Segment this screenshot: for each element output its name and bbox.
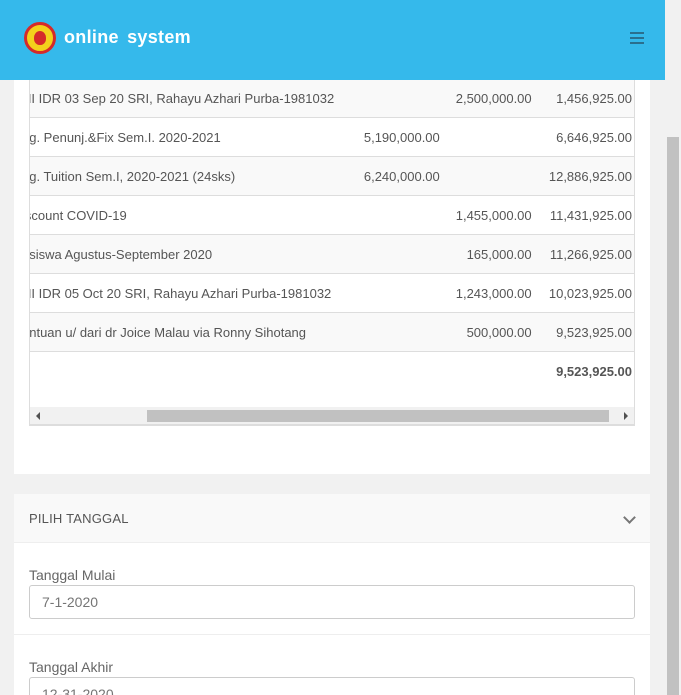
cell-debit bbox=[355, 234, 440, 274]
cell-saldo: 10,023,925.00 bbox=[531, 273, 634, 313]
scroll-left-arrow[interactable] bbox=[36, 412, 40, 420]
cell-saldo: 1,456,925.00 bbox=[531, 78, 634, 118]
start-date-input[interactable] bbox=[29, 585, 635, 619]
table-row: asiswa Agustus-September 2020 165,000.00 1… bbox=[30, 234, 634, 274]
start-date-label: Tanggal Mulai bbox=[29, 567, 116, 583]
cell-debit: 6,240,000.00 bbox=[355, 156, 440, 196]
end-date-input[interactable] bbox=[29, 677, 635, 695]
end-date-label: Tanggal Akhir bbox=[29, 659, 114, 675]
cell-desc: ag. Penunj.&Fix Sem.I. 2020-2021 bbox=[30, 117, 356, 157]
cell-saldo: 11,431,925.00 bbox=[531, 195, 634, 235]
cell-desc: NI IDR 03 Sep 20 SRI, Rahayu Azhari Purb… bbox=[30, 78, 356, 118]
ledger-table: NI IDR 21 Aug 20 SRI, Rahayu Azhari Purb… bbox=[29, 58, 635, 426]
date-filter-header[interactable]: PILIH TANGGAL bbox=[14, 494, 650, 543]
scrollbar-thumb[interactable] bbox=[147, 410, 609, 422]
cell-credit bbox=[439, 156, 532, 196]
date-filter-title: PILIH TANGGAL bbox=[29, 511, 129, 526]
cell-saldo: 9,523,925.00 bbox=[531, 312, 634, 352]
cell-saldo: 12,886,925.00 bbox=[531, 156, 634, 196]
table-row: ag. Tuition Sem.I, 2020-2021 (24sks) 6,24… bbox=[30, 156, 634, 196]
cell-debit bbox=[355, 195, 440, 235]
table-row: ag. Penunj.&Fix Sem.I. 2020-2021 5,190,00… bbox=[30, 117, 634, 157]
cell-desc: iscount COVID-19 bbox=[30, 195, 356, 235]
cell-credit: 1,455,000.00 bbox=[439, 195, 532, 235]
page-scrollbar-thumb[interactable] bbox=[667, 137, 679, 695]
chevron-down-icon[interactable] bbox=[623, 511, 636, 524]
brand-name: online system bbox=[64, 27, 191, 47]
cell-desc: antuan u/ dari dr Joice Malau via Ronny … bbox=[30, 312, 356, 352]
table-row: NI IDR 05 Oct 20 SRI, Rahayu Azhari Purb… bbox=[30, 273, 634, 313]
cell-empty bbox=[30, 351, 356, 391]
table-horizontal-scrollbar[interactable] bbox=[29, 407, 635, 425]
divider bbox=[14, 634, 650, 635]
logo-icon bbox=[24, 22, 56, 54]
cell-desc: asiswa Agustus-September 2020 bbox=[30, 234, 356, 274]
cell-debit bbox=[355, 273, 440, 313]
cell-empty bbox=[355, 351, 440, 391]
scroll-right-arrow[interactable] bbox=[624, 412, 628, 420]
cell-credit: 500,000.00 bbox=[439, 312, 532, 352]
cell-saldo: 6,646,925.00 bbox=[531, 117, 634, 157]
table-row: iscount COVID-19 1,455,000.00 11,431,925.0… bbox=[30, 195, 634, 235]
date-filter-card: PILIH TANGGAL Tanggal Mulai Tanggal Akhi… bbox=[14, 494, 650, 695]
cell-debit: 5,190,000.00 bbox=[355, 117, 440, 157]
cell-credit: 165,000.00 bbox=[439, 234, 532, 274]
cell-saldo: 11,266,925.00 bbox=[531, 234, 634, 274]
total-row: 9,523,925.00 bbox=[30, 351, 634, 391]
cell-credit: 1,243,000.00 bbox=[439, 273, 532, 313]
top-navbar: online system bbox=[0, 0, 665, 80]
table-row: NI IDR 03 Sep 20 SRI, Rahayu Azhari Purb… bbox=[30, 78, 634, 118]
cell-debit bbox=[355, 312, 440, 352]
cell-credit: 2,500,000.00 bbox=[439, 78, 532, 118]
table-row: antuan u/ dari dr Joice Malau via Ronny … bbox=[30, 312, 634, 352]
cell-desc: ag. Tuition Sem.I, 2020-2021 (24sks) bbox=[30, 156, 356, 196]
cell-debit bbox=[355, 78, 440, 118]
cell-credit bbox=[439, 117, 532, 157]
cell-desc: NI IDR 05 Oct 20 SRI, Rahayu Azhari Purb… bbox=[30, 273, 356, 313]
total-value: 9,523,925.00 bbox=[531, 351, 634, 391]
cell-empty bbox=[439, 351, 532, 391]
hamburger-menu-icon[interactable] bbox=[630, 32, 644, 44]
